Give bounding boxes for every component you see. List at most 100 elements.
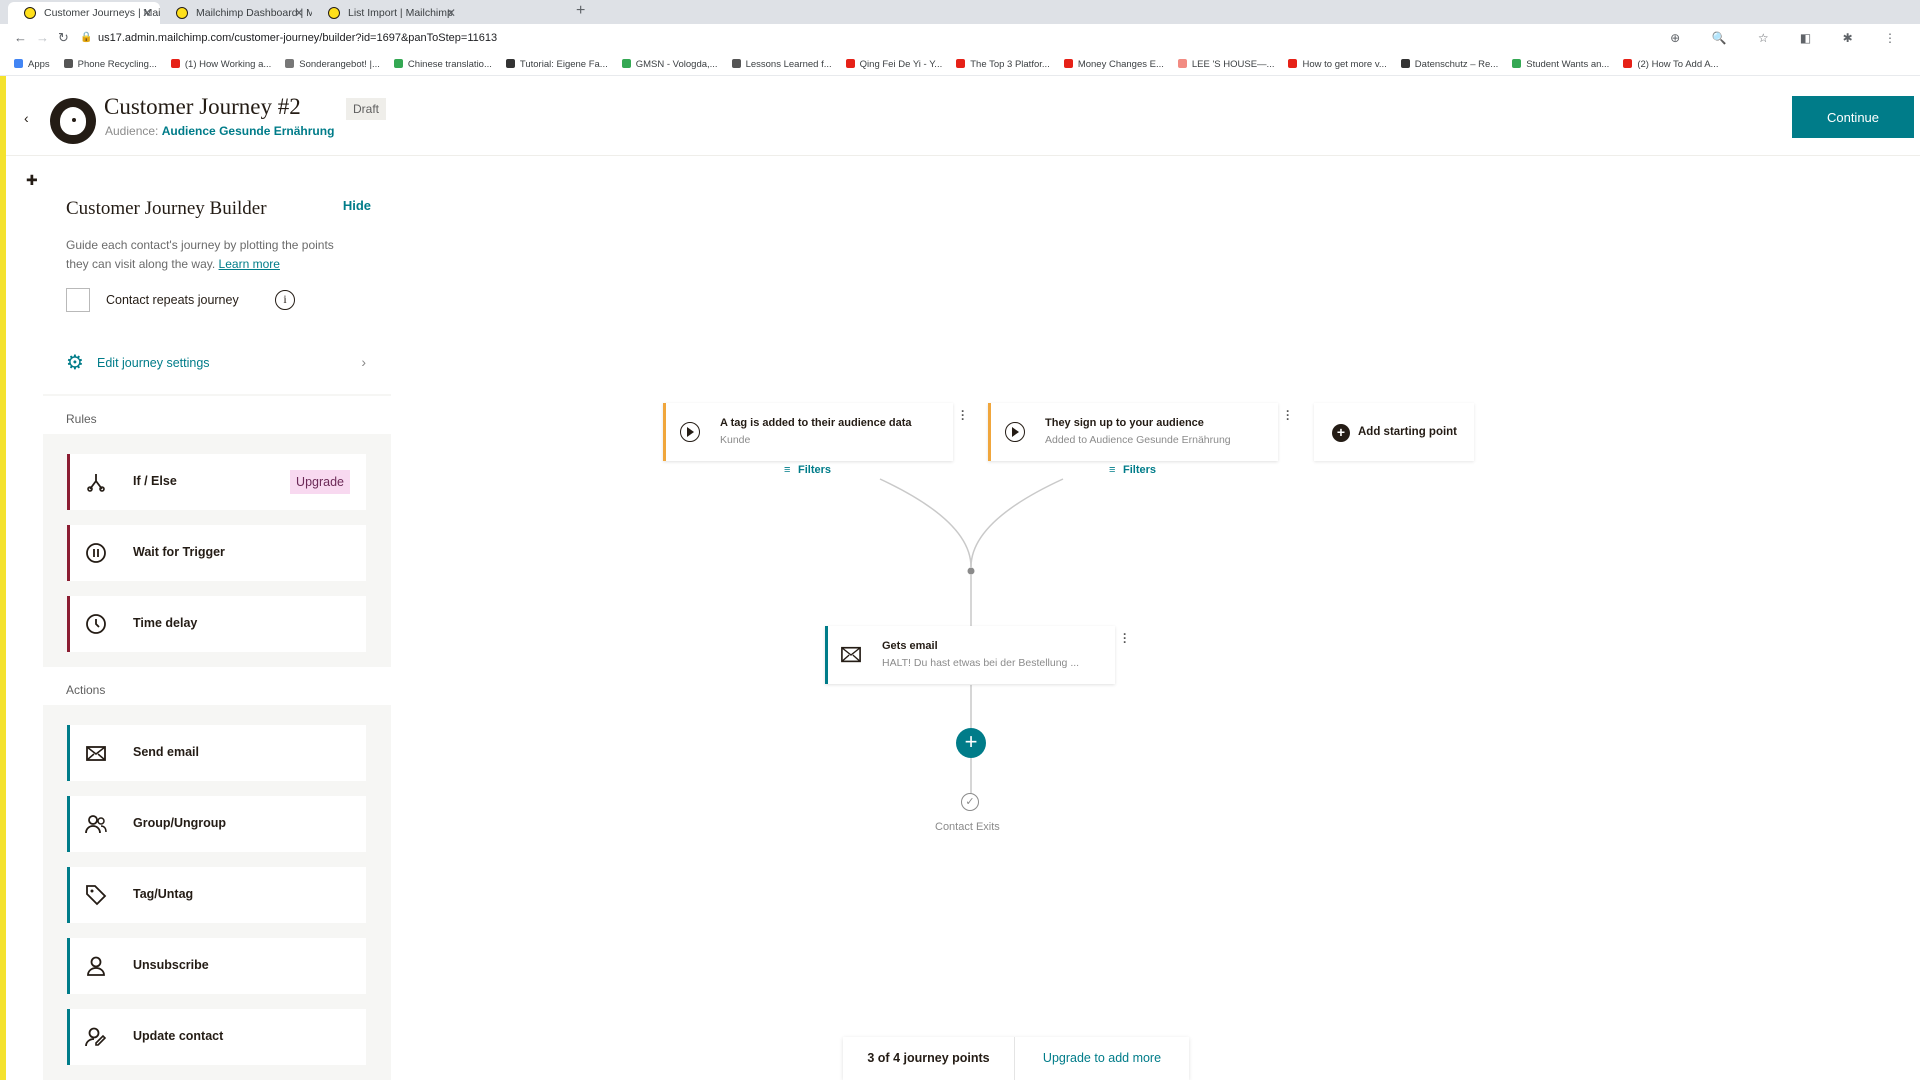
mailchimp-favicon-icon bbox=[24, 7, 36, 19]
reload-icon[interactable]: ↻ bbox=[58, 30, 69, 46]
forward-arrow-icon[interactable]: → bbox=[36, 30, 49, 45]
lock-icon[interactable]: 🔒 bbox=[80, 32, 92, 43]
info-icon[interactable]: i bbox=[275, 290, 295, 310]
add-starting-point-label: Add starting point bbox=[1358, 426, 1458, 438]
browser-tab-1[interactable]: Customer Journeys | Mailchim ✕ bbox=[8, 2, 160, 24]
bookmark-item[interactable]: Student Wants an... bbox=[1512, 54, 1610, 75]
action-send-email[interactable]: Send email bbox=[67, 725, 366, 781]
browser-toolbar-icons[interactable]: ⊕ 🔍 ☆ ◧ ✱ ⋮ bbox=[1670, 31, 1910, 45]
bookmark-item[interactable]: Phone Recycling... bbox=[63, 54, 157, 75]
filters-link-1[interactable]: ≡ Filters bbox=[784, 464, 831, 476]
filters-link-2[interactable]: ≡ Filters bbox=[1109, 464, 1156, 476]
upgrade-badge[interactable]: Upgrade bbox=[290, 470, 350, 494]
browser-tab-3[interactable]: List Import | Mailchimp ✕ bbox=[312, 2, 464, 24]
bookmark-label: Money Changes E... bbox=[1077, 59, 1164, 70]
bookmark-label: (1) How Working a... bbox=[184, 59, 272, 70]
bookmark-label: LEE 'S HOUSE—... bbox=[1191, 59, 1275, 70]
bookmark-favicon-icon bbox=[63, 59, 73, 68]
rule-time-delay[interactable]: Time delay bbox=[67, 596, 366, 652]
bookmark-favicon-icon bbox=[731, 59, 741, 68]
repeat-journey-label: Contact repeats journey bbox=[106, 293, 239, 307]
expand-plus-icon[interactable]: ✚ bbox=[26, 172, 38, 189]
settings-label: Edit journey settings bbox=[97, 356, 210, 370]
action-group-ungroup[interactable]: Group/Ungroup bbox=[67, 796, 366, 852]
more-options-icon[interactable]: · · · bbox=[1123, 628, 1127, 648]
bookmark-item[interactable]: GMSN - Vologda,... bbox=[621, 54, 718, 75]
action-tag-untag[interactable]: Tag/Untag bbox=[67, 867, 366, 923]
bookmark-item[interactable]: The Top 3 Platfor... bbox=[956, 54, 1050, 75]
browser-tab-2[interactable]: Mailchimp Dashboard | Mailch ✕ bbox=[160, 2, 312, 24]
add-starting-point-button[interactable]: + Add starting point bbox=[1314, 403, 1474, 461]
hide-sidebar-link[interactable]: Hide bbox=[343, 198, 371, 213]
starting-point-subtitle: Added to Audience Gesunde Ernährung bbox=[1045, 434, 1231, 446]
rule-wait-for-trigger[interactable]: Wait for Trigger bbox=[67, 525, 366, 581]
bookmark-item[interactable]: Datenschutz – Re... bbox=[1400, 54, 1498, 75]
action-update-contact[interactable]: Update contact bbox=[67, 1009, 366, 1065]
starting-point-tag-added[interactable]: A tag is added to their audience data Ku… bbox=[663, 403, 965, 461]
back-chevron-icon[interactable]: ‹ bbox=[24, 110, 29, 126]
mailchimp-logo[interactable] bbox=[50, 98, 96, 144]
back-arrow-icon[interactable]: ← bbox=[14, 30, 27, 45]
step-gets-email[interactable]: Gets email HALT! Du hast etwas bei der B… bbox=[825, 626, 1127, 684]
journey-points-bar: 3 of 4 journey points Upgrade to add mor… bbox=[843, 1037, 1189, 1080]
contact-exits-label: Contact Exits bbox=[935, 821, 1000, 833]
bookmark-favicon-icon bbox=[1288, 59, 1298, 68]
bookmark-favicon-icon bbox=[170, 59, 180, 68]
bookmark-label: Student Wants an... bbox=[1526, 59, 1610, 70]
tag-icon bbox=[86, 885, 107, 906]
bookmark-favicon-icon bbox=[393, 59, 403, 68]
more-options-icon[interactable]: · · · bbox=[1286, 405, 1290, 425]
bookmark-item[interactable]: Apps bbox=[14, 54, 50, 75]
repeat-journey-checkbox[interactable] bbox=[66, 288, 90, 312]
play-icon bbox=[680, 422, 700, 442]
rule-if-else[interactable]: If / Else Upgrade bbox=[67, 454, 366, 510]
action-label: Send email bbox=[133, 745, 199, 759]
starting-point-sign-up[interactable]: They sign up to your audience Added to A… bbox=[988, 403, 1290, 461]
edit-journey-settings[interactable]: ⚙ Edit journey settings › bbox=[66, 352, 366, 376]
bookmark-item[interactable]: Money Changes E... bbox=[1063, 54, 1164, 75]
action-unsubscribe[interactable]: Unsubscribe bbox=[67, 938, 366, 994]
more-options-icon[interactable]: · · · bbox=[961, 405, 965, 425]
journey-canvas[interactable]: A tag is added to their audience data Ku… bbox=[391, 157, 1920, 1080]
chevron-right-icon: › bbox=[361, 354, 366, 370]
starting-point-subtitle: Kunde bbox=[720, 434, 751, 446]
bookmark-item[interactable]: Qing Fei De Yi - Y... bbox=[845, 54, 942, 75]
bookmark-item[interactable]: How to get more v... bbox=[1288, 54, 1387, 75]
bookmark-item[interactable]: Chinese translatio... bbox=[393, 54, 492, 75]
bookmark-item[interactable]: LEE 'S HOUSE—... bbox=[1177, 54, 1275, 75]
close-tab-icon[interactable]: ✕ bbox=[446, 2, 456, 24]
update-contact-icon bbox=[85, 1027, 107, 1047]
bookmark-item[interactable]: Lessons Learned f... bbox=[731, 54, 832, 75]
bookmark-label: The Top 3 Platfor... bbox=[970, 59, 1050, 70]
page-title[interactable]: Customer Journey #2 bbox=[104, 94, 301, 120]
bookmark-label: Apps bbox=[28, 59, 50, 70]
close-tab-icon[interactable]: ✕ bbox=[294, 2, 304, 24]
audience-link[interactable]: Audience Gesunde Ernährung bbox=[162, 124, 335, 138]
envelope-icon bbox=[841, 646, 861, 663]
audience-line: Audience: Audience Gesunde Ernährung bbox=[105, 124, 334, 138]
bookmark-item[interactable]: Sonderangebot! |... bbox=[285, 54, 380, 75]
learn-more-link[interactable]: Learn more bbox=[219, 257, 280, 271]
branch-icon bbox=[87, 474, 105, 492]
rules-heading: Rules bbox=[43, 396, 391, 434]
bookmark-label: Chinese translatio... bbox=[407, 59, 492, 70]
url-field[interactable]: us17.admin.mailchimp.com/customer-journe… bbox=[98, 32, 497, 44]
group-icon bbox=[85, 815, 107, 834]
bookmark-item[interactable]: Tutorial: Eigene Fa... bbox=[505, 54, 608, 75]
bookmark-label: Lessons Learned f... bbox=[745, 59, 832, 70]
add-step-button[interactable]: + bbox=[956, 728, 986, 758]
action-label: Update contact bbox=[133, 1029, 224, 1043]
bookmark-favicon-icon bbox=[845, 59, 855, 68]
continue-button[interactable]: Continue bbox=[1792, 96, 1914, 138]
step-subtitle: HALT! Du hast etwas bei der Bestellung .… bbox=[882, 657, 1080, 669]
bookmark-favicon-icon bbox=[1512, 59, 1522, 68]
upgrade-link[interactable]: Upgrade to add more bbox=[1015, 1037, 1189, 1080]
close-tab-icon[interactable]: ✕ bbox=[142, 2, 152, 24]
bookmark-favicon-icon bbox=[505, 59, 515, 68]
description-text: Guide each contact's journey by plotting… bbox=[66, 238, 334, 271]
bookmark-item[interactable]: (2) How To Add A... bbox=[1623, 54, 1718, 75]
new-tab-icon[interactable]: + bbox=[576, 2, 585, 20]
bookmark-item[interactable]: (1) How Working a... bbox=[170, 54, 272, 75]
unsubscribe-icon bbox=[87, 956, 105, 976]
bookmark-favicon-icon bbox=[14, 59, 23, 68]
